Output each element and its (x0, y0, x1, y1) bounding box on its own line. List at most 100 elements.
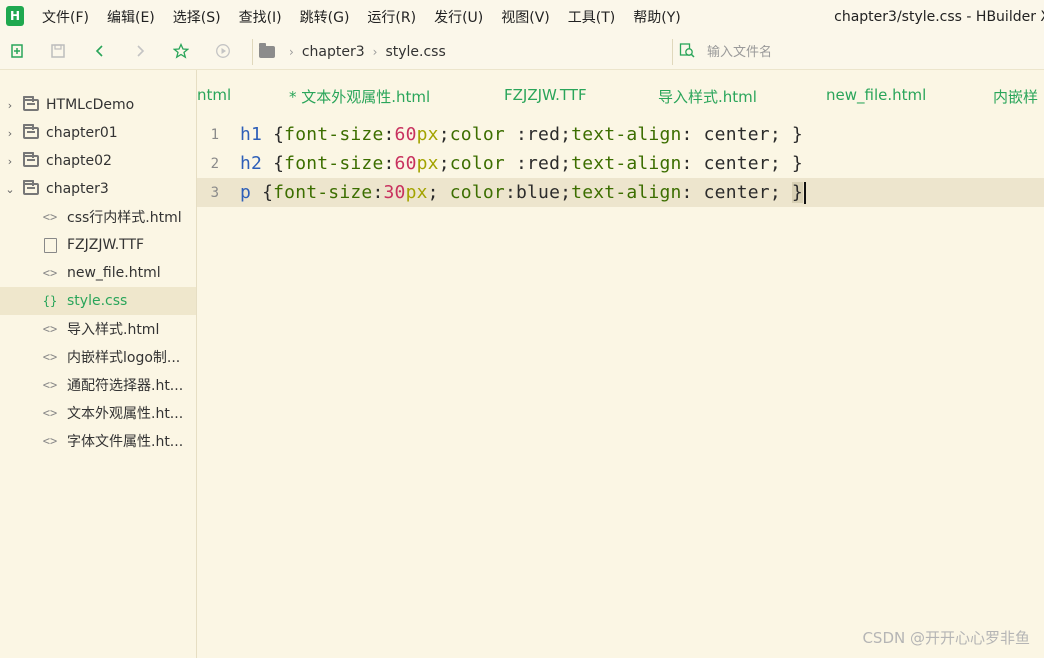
token-selector: h1 (240, 124, 263, 145)
token-semicolon: ; (438, 124, 450, 145)
token-selector: p (240, 181, 252, 203)
menu-bar: H 文件(F) 编辑(E) 选择(S) 查找(I) 跳转(G) 运行(R) 发行… (0, 0, 1044, 34)
run-icon[interactable] (214, 42, 232, 60)
menu-find[interactable]: 查找(I) (239, 7, 282, 27)
token-value: :blue; (504, 181, 572, 203)
menu-publish[interactable]: 发行(U) (434, 7, 483, 27)
tree-item-label: 通配符选择器.ht... (67, 378, 184, 394)
save-icon[interactable] (49, 42, 67, 60)
tree-folder-chapter3[interactable]: ⌄ chapter3 (0, 175, 196, 203)
tab-text-appearance[interactable]: * 文本外观属性.html (289, 86, 430, 107)
folder-icon (23, 180, 39, 195)
tree-item-label: chapter01 (46, 125, 118, 141)
tree-file-wildcard-selector[interactable]: <> 通配符选择器.ht... (0, 371, 196, 399)
token-property: font-size (273, 181, 373, 203)
html-file-icon: <> (42, 266, 58, 280)
token-property: text-align (571, 153, 682, 174)
tree-folder-chapte02[interactable]: › chapte02 (0, 147, 196, 175)
breadcrumb: › chapter3 › style.css (252, 39, 666, 65)
breadcrumb-separator: › (289, 45, 294, 59)
line-number: 2 (210, 155, 219, 172)
html-file-icon: <> (42, 210, 58, 224)
chevron-right-icon[interactable]: › (5, 127, 15, 140)
tree-item-label: chapter3 (46, 181, 109, 197)
menu-items: 文件(F) 编辑(E) 选择(S) 查找(I) 跳转(G) 运行(R) 发行(U… (42, 0, 699, 34)
token-semicolon: ; (438, 153, 450, 174)
chevron-right-icon[interactable]: › (5, 99, 15, 112)
tree-item-label: css行内样式.html (67, 210, 182, 226)
token-brace: { (262, 153, 285, 174)
new-file-icon[interactable] (8, 42, 26, 60)
tab-fzjzjw[interactable]: FZJZJW.TTF (504, 86, 587, 104)
text-caret (803, 181, 806, 204)
tree-file-new-file[interactable]: <> new_file.html (0, 259, 196, 287)
folder-icon (259, 43, 275, 58)
code-editor[interactable]: 1 h1 {font-size:60px;color :red;text-ali… (197, 118, 1044, 658)
html-file-icon: <> (42, 406, 58, 420)
html-file-icon: <> (42, 434, 58, 448)
breadcrumb-item-chapter3[interactable]: chapter3 (302, 44, 365, 60)
tree-file-embedded-logo[interactable]: <> 内嵌样式logo制... (0, 343, 196, 371)
menu-run[interactable]: 运行(R) (367, 7, 416, 27)
chevron-right-icon[interactable]: › (5, 155, 15, 168)
menu-help[interactable]: 帮助(Y) (633, 7, 680, 27)
tree-file-style-css[interactable]: {} style.css (0, 287, 196, 315)
file-icon (44, 237, 57, 253)
menu-edit[interactable]: 编辑(E) (107, 7, 155, 27)
file-search (672, 39, 1044, 65)
token-value: : center; (681, 181, 792, 203)
tree-item-label: 导入样式.html (67, 322, 160, 338)
tree-folder-chapter01[interactable]: › chapter01 (0, 119, 196, 147)
tab-import-style[interactable]: 导入样式.html (658, 86, 757, 107)
forward-icon[interactable] (131, 42, 149, 60)
tab-new-file[interactable]: new_file.html (826, 86, 926, 104)
menu-select[interactable]: 选择(S) (173, 7, 221, 27)
tree-file-css-inline[interactable]: <> css行内样式.html (0, 203, 196, 231)
code-text: h2 {font-size:60px;color :red;text-align… (240, 153, 803, 174)
token-value: : center; } (681, 124, 803, 145)
tree-item-label: new_file.html (67, 265, 161, 281)
token-number: 60 (394, 153, 417, 174)
token-property: font-size (284, 124, 384, 145)
tree-folder-htmlcdemo[interactable]: › HTMLcDemo (0, 91, 196, 119)
breadcrumb-separator: › (372, 45, 378, 59)
project-tree: › HTMLcDemo › chapter01 › chapte02 ⌄ cha… (0, 90, 196, 658)
token-brace: { (251, 181, 274, 203)
tree-item-label: style.css (67, 293, 128, 309)
css-file-icon: {} (42, 294, 58, 308)
breadcrumb-item-style-css[interactable]: style.css (385, 44, 445, 60)
folder-icon (23, 152, 39, 167)
tree-file-text-appearance[interactable]: <> 文本外观属性.ht... (0, 399, 196, 427)
chevron-down-icon[interactable]: ⌄ (5, 183, 15, 196)
token-unit: px (416, 124, 439, 145)
tree-item-label: 内嵌样式logo制... (67, 350, 181, 366)
file-search-input[interactable] (707, 44, 1007, 60)
tree-item-label: 文本外观属性.ht... (67, 406, 184, 422)
toolbar: › chapter3 › style.css (0, 34, 1044, 70)
code-line[interactable]: 1 h1 {font-size:60px;color :red;text-ali… (197, 120, 1044, 149)
tab-partial-html[interactable]: ntml (197, 86, 231, 104)
tree-file-font-file[interactable]: <> 字体文件属性.ht... (0, 427, 196, 455)
token-colon: : (383, 153, 395, 174)
token-property: text-align (571, 181, 682, 203)
menu-view[interactable]: 视图(V) (501, 7, 550, 27)
token-number: 30 (383, 181, 406, 203)
menu-goto[interactable]: 跳转(G) (300, 7, 350, 27)
folder-icon (23, 96, 39, 111)
tree-file-import-style[interactable]: <> 导入样式.html (0, 315, 196, 343)
token-unit: px (405, 181, 428, 203)
html-file-icon: <> (42, 322, 58, 336)
favorite-star-icon[interactable] (172, 42, 190, 60)
hbuilder-logo-icon: H (6, 6, 24, 26)
tree-file-fzjzjw[interactable]: FZJZJW.TTF (0, 231, 196, 259)
menu-tools[interactable]: 工具(T) (568, 7, 615, 27)
tab-embedded-style[interactable]: 内嵌样 (993, 86, 1038, 107)
menu-file[interactable]: 文件(F) (42, 7, 89, 27)
token-property: color (449, 153, 505, 174)
tree-item-label: FZJZJW.TTF (67, 237, 145, 253)
tree-item-label: HTMLcDemo (46, 97, 135, 113)
current-code-line[interactable]: 3 p {font-size:30px; color:blue;text-ali… (197, 178, 1044, 207)
back-icon[interactable] (91, 42, 109, 60)
token-brace: { (262, 124, 285, 145)
code-line[interactable]: 2 h2 {font-size:60px;color :red;text-ali… (197, 149, 1044, 178)
